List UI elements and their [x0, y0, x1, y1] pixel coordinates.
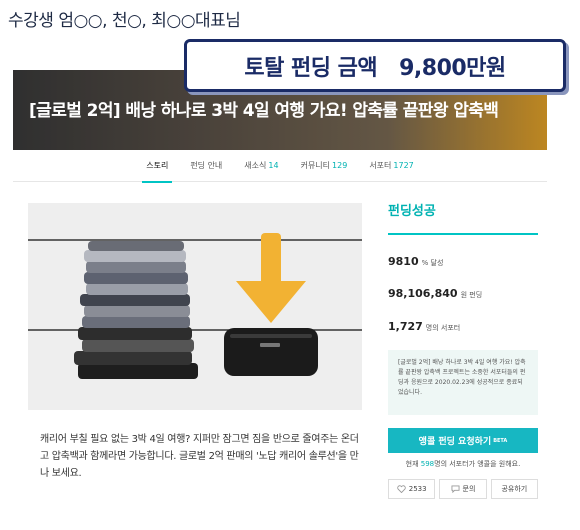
hero-title: [글로벌 2억] 배낭 하나로 3박 4일 여행 가요! 압축률 끝판왕 압축백 [29, 101, 499, 121]
tab-funding-info[interactable]: 펀딩 안내 [190, 150, 222, 182]
amount-stat: 98,106,840 원 펀딩 [388, 287, 482, 300]
status-title: 펀딩성공 [388, 204, 436, 219]
inquiry-button[interactable]: 문의 [439, 479, 487, 499]
project-description: 캐리어 부칠 필요 없는 3박 4일 여행? 지퍼만 잠그면 짐을 반으로 줄여… [40, 434, 359, 479]
tab-count: 14 [268, 160, 279, 170]
encore-request-button[interactable]: 앵콜 펀딩 요청하기 BETA [388, 428, 538, 453]
like-button[interactable]: 2533 [388, 479, 436, 499]
supporters-unit: 명의 서포터 [425, 324, 461, 332]
percent-value: 9810 [388, 255, 419, 268]
total-value: 9,800만원 [399, 55, 506, 81]
project-tabs: 스토리 펀딩 안내 새소식 14 커뮤니티 129 서포터 1727 [13, 150, 547, 183]
product-image [28, 203, 362, 410]
clothes-stack [74, 241, 198, 379]
share-label: 공유하기 [501, 485, 528, 493]
inquiry-label: 문의 [462, 485, 476, 493]
cta-label: 앵콜 펀딩 요청하기 [418, 437, 492, 447]
encore-note: 현재 598명의 서포터가 앵콜을 원해요. [388, 459, 538, 469]
status-divider [388, 233, 538, 235]
tab-community[interactable]: 커뮤니티 129 [301, 150, 348, 182]
tab-count: 1727 [393, 160, 414, 170]
project-sidebar: 펀딩성공 9810% 달성 98,106,840 원 펀딩 1,727 명의 서포터 [388, 200, 538, 333]
tab-label: 커뮤니티 [300, 160, 331, 170]
encore-prefix: 현재 [405, 460, 421, 468]
tab-supporters[interactable]: 서포터 1727 [369, 150, 413, 182]
completion-notice: [글로벌 2억] 배낭 하나로 3박 4일 여행 가요! 압축률 끝판왕 압축백… [388, 350, 538, 415]
tab-label: 스토리 [146, 160, 169, 170]
like-count: 2533 [408, 485, 427, 493]
amount-unit: 원 펀딩 [460, 291, 483, 299]
amount-value: 98,106,840 [388, 287, 458, 300]
total-label: 토탈 펀딩 금액 [244, 55, 378, 81]
down-arrow [236, 233, 306, 323]
share-button[interactable]: 공유하기 [490, 479, 538, 499]
tab-label: 서포터 [369, 160, 392, 170]
chat-icon [451, 485, 460, 493]
percent-unit: % 달성 [421, 259, 444, 267]
tab-story[interactable]: 스토리 [142, 150, 173, 183]
percent-stat: 9810% 달성 [388, 255, 443, 268]
encore-count: 598 [420, 460, 435, 468]
compression-bag [224, 328, 318, 376]
tab-news[interactable]: 새소식 14 [244, 150, 278, 182]
heart-icon [397, 485, 406, 493]
supporters-value: 1,727 [388, 320, 423, 333]
tab-label: 새소식 [244, 160, 267, 170]
action-buttons: 2533 문의 공유하기 [388, 479, 538, 499]
product-illustration [28, 233, 362, 379]
tab-count: 129 [332, 160, 348, 170]
encore-suffix: 명의 서포터가 앵콜을 원해요. [434, 460, 521, 468]
total-funding-box: 토탈 펀딩 금액 9,800만원 [184, 39, 566, 92]
supporters-stat: 1,727 명의 서포터 [388, 320, 460, 333]
tab-label: 펀딩 안내 [190, 160, 223, 170]
caption: 수강생 엄○○, 천○, 최○○대표님 [8, 11, 241, 31]
beta-badge: BETA [493, 437, 508, 444]
